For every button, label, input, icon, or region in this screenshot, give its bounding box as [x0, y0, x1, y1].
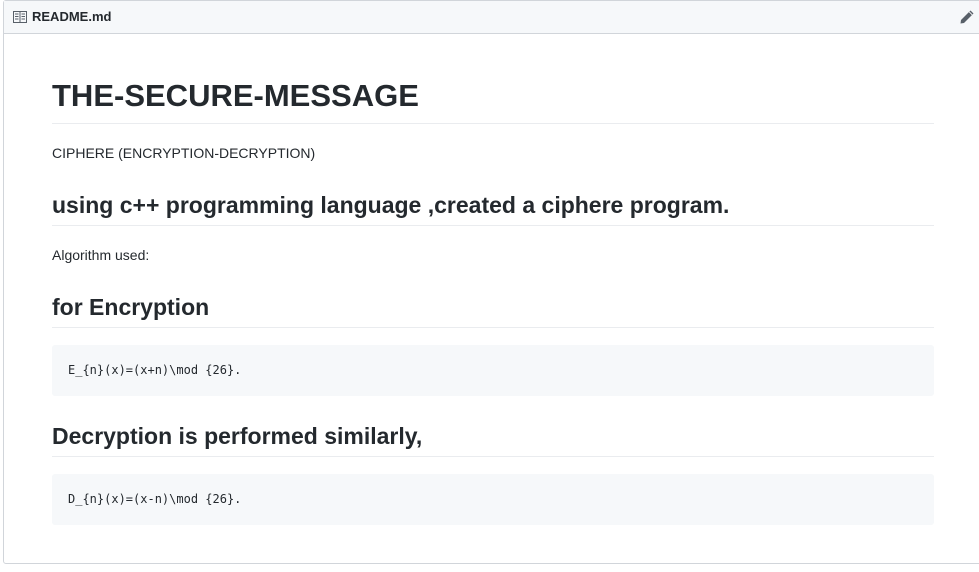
- readme-subtitle: CIPHERE (ENCRYPTION-DECRYPTION): [52, 145, 316, 161]
- readme-header: README.md: [4, 1, 979, 34]
- code-decryption: D_{n}(x)=(x-n)\mod {26}.: [68, 492, 242, 506]
- heading-program: using c++ programming language ,created …: [52, 190, 934, 226]
- book-icon: [13, 11, 27, 23]
- readme-panel: README.md THE-SECURE-MESSAGE CIPHERE (EN…: [3, 0, 979, 564]
- code-encryption: E_{n}(x)=(x+n)\mod {26}.: [68, 363, 242, 377]
- code-block-decryption: D_{n}(x)=(x-n)\mod {26}.: [52, 474, 934, 525]
- heading-decryption: Decryption is performed similarly,: [52, 421, 934, 457]
- readme-title: THE-SECURE-MESSAGE: [52, 77, 934, 124]
- heading-encryption: for Encryption: [52, 292, 934, 328]
- code-block-encryption: E_{n}(x)=(x+n)\mod {26}.: [52, 345, 934, 396]
- pencil-icon[interactable]: [959, 9, 975, 25]
- file-name: README.md: [32, 9, 112, 24]
- algorithm-label: Algorithm used:: [52, 247, 150, 263]
